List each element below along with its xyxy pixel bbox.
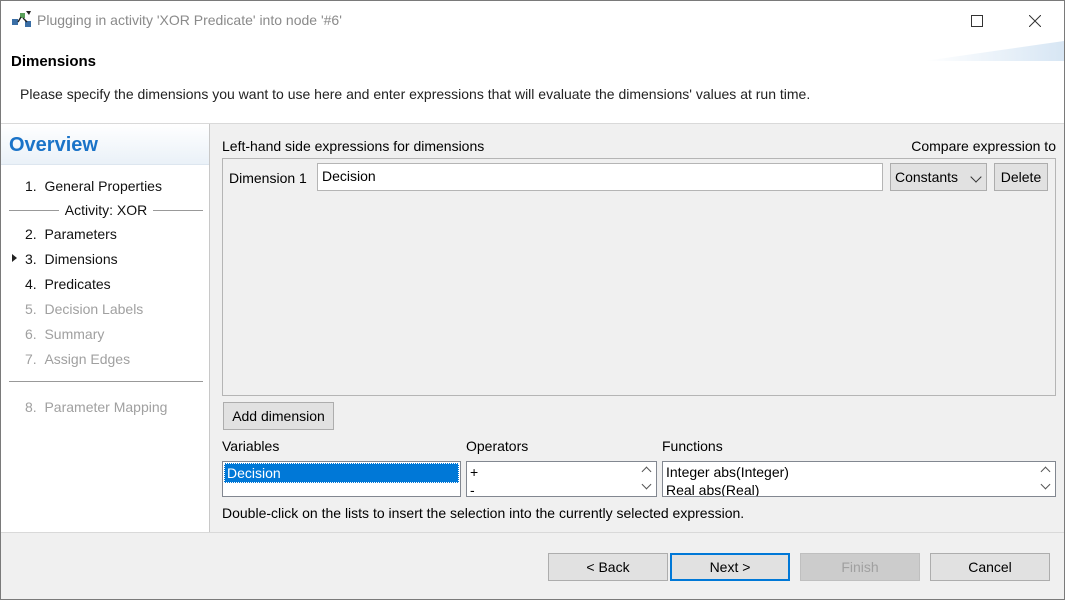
scroll-down-icon[interactable]	[1040, 479, 1051, 490]
page-description: Please specify the dimensions you want t…	[20, 86, 811, 102]
nav-item-label: Parameters	[44, 226, 117, 242]
nav-item-label: Decision Labels	[44, 301, 144, 317]
scroll-up-icon[interactable]	[1040, 466, 1051, 477]
list-item[interactable]: Decision	[224, 463, 459, 483]
functions-scrollbar[interactable]	[1038, 462, 1055, 496]
nav-item-number: 4.	[25, 276, 37, 292]
wizard-window: Plugging in activity 'XOR Predicate' int…	[0, 0, 1065, 600]
nav-item-dimensions[interactable]: 3. Dimensions	[25, 251, 118, 267]
compare-expression-label: Compare expression to	[911, 138, 1056, 154]
header-decoration	[924, 41, 1064, 61]
close-button[interactable]	[1012, 1, 1058, 41]
list-item[interactable]: Integer abs(Integer)	[663, 462, 1055, 482]
nav-title-label: Overview	[9, 134, 98, 156]
nav-item-number: 5.	[25, 301, 37, 317]
list-item[interactable]: Real abs(Real)	[663, 480, 1055, 496]
list-item[interactable]: +	[467, 462, 656, 482]
dimension-expression-input[interactable]: Decision	[317, 163, 883, 191]
functions-list[interactable]: Integer abs(Integer) Real abs(Real)	[662, 461, 1056, 497]
nav-item-label: Parameter Mapping	[44, 399, 168, 415]
nav-item-label: Predicates	[44, 276, 111, 292]
window-title: Plugging in activity 'XOR Predicate' int…	[37, 12, 342, 28]
compare-to-dropdown[interactable]: Constants	[890, 163, 987, 191]
dimensions-page: Left-hand side expressions for dimension…	[210, 124, 1064, 532]
chevron-down-icon	[970, 171, 982, 183]
title-bar: Plugging in activity 'XOR Predicate' int…	[1, 1, 1064, 41]
nav-item-number: 1.	[25, 178, 37, 194]
separator-line	[153, 209, 203, 211]
dimensions-panel: Dimension 1 Decision Constants Delete	[222, 158, 1056, 396]
plugin-icon	[12, 11, 31, 27]
scroll-down-icon[interactable]	[641, 479, 652, 490]
nav-item-parameters[interactable]: 2. Parameters	[25, 226, 117, 242]
minimize-button[interactable]	[896, 1, 942, 41]
nav-item-number: 2.	[25, 226, 37, 242]
separator-line	[9, 209, 59, 211]
list-item[interactable]: -	[467, 480, 656, 496]
page-header: Dimensions Please specify the dimensions…	[1, 41, 1064, 124]
cancel-button[interactable]: Cancel	[930, 553, 1050, 581]
nav-item-number: 8.	[25, 399, 37, 415]
nav-item-assign-edges: 7. Assign Edges	[25, 351, 130, 367]
nav-item-predicates[interactable]: 4. Predicates	[25, 276, 111, 292]
nav-item-label: General Properties	[44, 178, 162, 194]
overview-nav: Overview 1. General Properties Activity:…	[1, 124, 210, 532]
nav-item-label: Summary	[44, 326, 105, 342]
page-title: Dimensions	[11, 53, 97, 70]
nav-item-number: 7.	[25, 351, 37, 367]
insert-hint: Double-click on the lists to insert the …	[222, 505, 745, 521]
delete-dimension-button[interactable]: Delete	[994, 163, 1048, 191]
nav-item-label: Assign Edges	[44, 351, 131, 367]
scroll-up-icon[interactable]	[641, 466, 652, 477]
maximize-button[interactable]	[954, 1, 1000, 41]
nav-item-summary: 6. Summary	[25, 326, 104, 342]
compare-to-value: Constants	[895, 169, 959, 185]
variables-list[interactable]: Decision	[222, 461, 461, 497]
nav-divider	[9, 381, 203, 382]
wizard-footer: < Back Next > Finish Cancel	[1, 532, 1064, 599]
variables-label: Variables	[222, 438, 280, 454]
nav-item-general-properties[interactable]: 1. General Properties	[25, 178, 162, 194]
operators-label: Operators	[466, 438, 529, 454]
close-icon	[1029, 15, 1041, 27]
nav-item-decision-labels: 5. Decision Labels	[25, 301, 143, 317]
dimension-label: Dimension 1	[229, 170, 307, 186]
operators-scrollbar[interactable]	[639, 462, 656, 496]
nav-item-label: Dimensions	[44, 251, 118, 267]
activity-separator: Activity: XOR	[9, 202, 203, 218]
nav-item-number: 6.	[25, 326, 37, 342]
next-button[interactable]: Next >	[670, 553, 790, 581]
lhs-expressions-label: Left-hand side expressions for dimension…	[222, 138, 485, 154]
operators-list[interactable]: + -	[466, 461, 657, 497]
add-dimension-button[interactable]: Add dimension	[223, 402, 334, 430]
activity-label: Activity: XOR	[64, 202, 148, 218]
maximize-icon	[971, 15, 983, 27]
functions-label: Functions	[662, 438, 723, 454]
nav-item-number: 3.	[25, 251, 37, 267]
nav-title: Overview	[1, 124, 209, 165]
nav-item-parameter-mapping: 8. Parameter Mapping	[25, 399, 167, 415]
finish-button: Finish	[800, 553, 920, 581]
back-button[interactable]: < Back	[548, 553, 668, 581]
current-step-arrow-icon	[12, 254, 17, 262]
